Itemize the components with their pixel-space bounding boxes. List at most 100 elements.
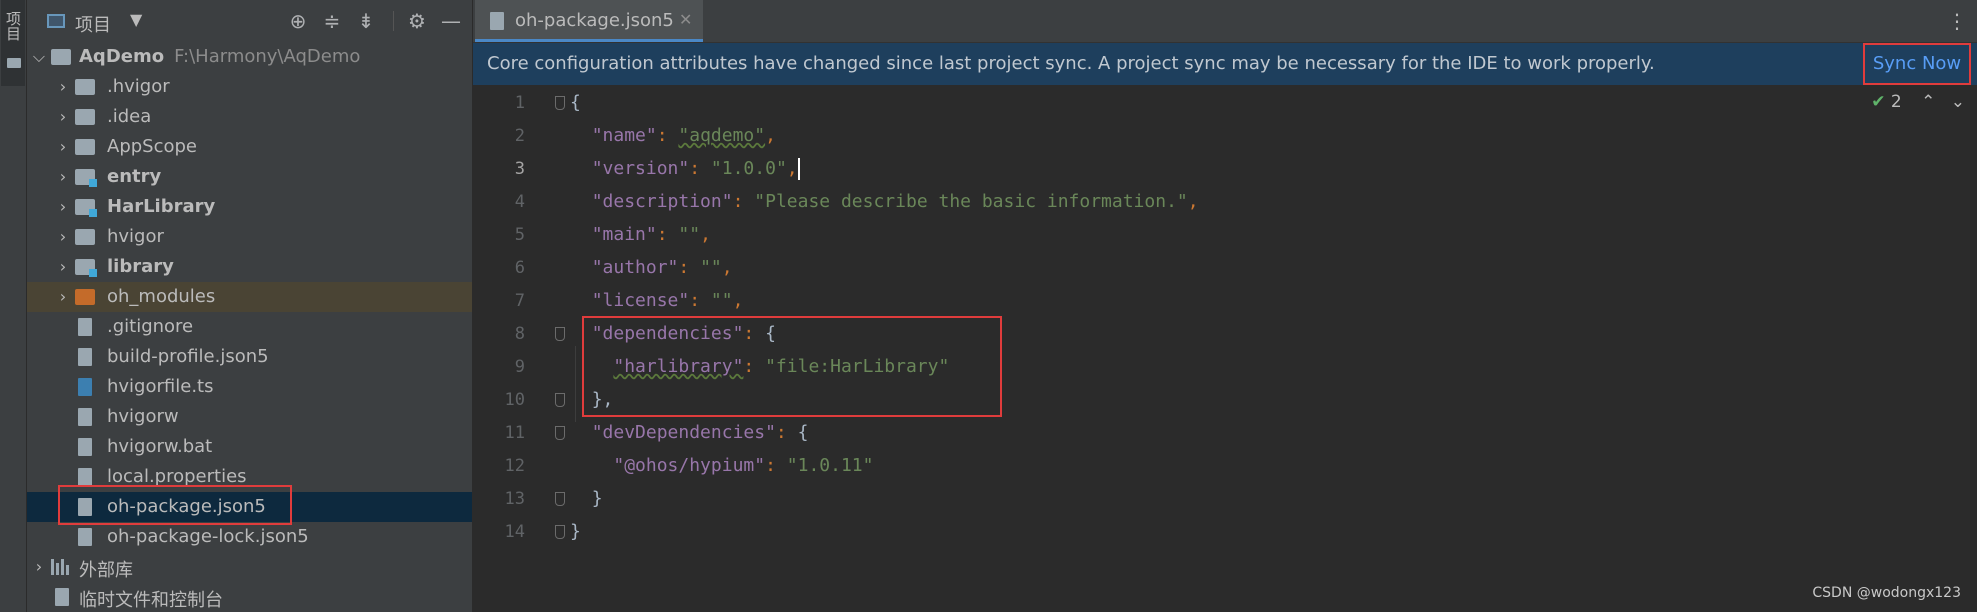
previous-highlight-icon[interactable]: ⌃ [1921, 92, 1935, 112]
json-string: "" [700, 257, 722, 278]
chevron-right-icon[interactable]: › [56, 257, 70, 277]
chevron-right-icon[interactable]: › [56, 287, 70, 307]
chevron-right-icon[interactable]: › [56, 167, 70, 187]
annotation-box-file [58, 485, 292, 525]
fold-marker-icon[interactable] [555, 393, 565, 407]
sync-now-link[interactable]: Sync Now [1863, 43, 1971, 85]
tree-item-idea[interactable]: › .idea [27, 102, 472, 132]
tree-item-oh-modules[interactable]: › oh_modules [27, 282, 472, 312]
locate-file-icon[interactable]: ⊕ [285, 8, 311, 34]
line-number: 12 [504, 456, 525, 476]
chevron-right-icon[interactable]: › [56, 77, 70, 97]
tree-item-gitignore[interactable]: .gitignore [27, 312, 472, 342]
folder-icon [75, 139, 95, 155]
json-string: "" [678, 224, 701, 245]
tree-item-hvigorw-bat[interactable]: hvigorw.bat [27, 432, 472, 462]
file-icon [78, 318, 92, 336]
tree-item-label: local.properties [107, 466, 247, 487]
tree-item-label: library [107, 256, 174, 277]
chevron-right-icon[interactable]: › [56, 107, 70, 127]
project-name: AqDemo [79, 46, 165, 67]
tree-item-label: AppScope [107, 136, 197, 157]
more-vertical-icon[interactable]: ⋮ [1947, 9, 1967, 33]
chevron-down-icon[interactable]: ▼ [130, 10, 142, 29]
collapse-all-icon[interactable]: ⇟ [353, 8, 379, 34]
tree-item-harlibrary[interactable]: › HarLibrary [27, 192, 472, 222]
tree-item-library[interactable]: › library [27, 252, 472, 282]
json-file-icon [490, 12, 504, 30]
properties-file-icon [78, 468, 92, 486]
folder-icon [75, 79, 95, 95]
chevron-right-icon[interactable]: › [56, 137, 70, 157]
line-number: 13 [504, 489, 525, 509]
library-icon [51, 559, 71, 575]
project-path: F:\Harmony\AqDemo [174, 46, 361, 67]
hide-panel-icon[interactable]: — [438, 8, 464, 34]
tree-item-label: hvigorw [107, 406, 179, 427]
tree-item-label: build-profile.json5 [107, 346, 269, 367]
tree-item-label: hvigorfile.ts [107, 376, 214, 397]
chevron-right-icon[interactable]: › [56, 197, 70, 217]
scratch-file-icon [55, 588, 69, 606]
line-number: 5 [514, 225, 525, 245]
tab-oh-package-json5[interactable]: oh-package.json5 ✕ [475, 0, 703, 42]
editor-tab-bar: oh-package.json5 ✕ ⋮ [473, 0, 1977, 43]
tree-item-build-profile[interactable]: build-profile.json5 [27, 342, 472, 372]
project-panel-title[interactable]: 项目 [75, 11, 111, 37]
tree-item-hvigorw[interactable]: hvigorw [27, 402, 472, 432]
module-folder-icon [75, 259, 97, 277]
tree-item-label: oh-package-lock.json5 [107, 526, 309, 547]
tree-item-external-libraries[interactable]: › 外部库 [27, 552, 472, 582]
fold-marker-icon[interactable] [555, 525, 565, 539]
close-icon[interactable]: ✕ [679, 10, 692, 29]
excluded-folder-icon [75, 289, 95, 305]
tree-item-label: hvigorw.bat [107, 436, 213, 457]
tree-item-oh-package-lock[interactable]: oh-package-lock.json5 [27, 522, 472, 552]
module-folder-icon [51, 49, 71, 65]
line-number: 1 [514, 93, 525, 113]
line-number: 4 [514, 192, 525, 212]
json-file-icon [78, 528, 92, 546]
tool-window-stripe: 项目 [0, 0, 27, 612]
tree-item-label: entry [107, 166, 162, 187]
tree-item-label: 外部库 [79, 560, 133, 581]
tree-item-hvigorfile-ts[interactable]: hvigorfile.ts [27, 372, 472, 402]
module-folder-icon [75, 169, 97, 187]
tree-item-scratches[interactable]: 临时文件和控制台 [27, 582, 472, 612]
line-number: 6 [514, 258, 525, 278]
project-panel: 项目 ▼ ⊕ ≑ ⇟ ⚙ — ⌵ AqDemo F:\Harmony\AqDemo… [27, 0, 472, 612]
watermark: CSDN @wodongx123 [1812, 585, 1961, 601]
fold-marker-icon[interactable] [555, 327, 565, 341]
json-key: "@ohos/hypium" [613, 455, 766, 476]
expand-all-icon[interactable]: ≑ [319, 8, 345, 34]
code-line-13: } [570, 482, 603, 515]
fold-marker-icon[interactable] [555, 96, 565, 110]
tree-item-entry[interactable]: › entry [27, 162, 472, 192]
chevron-right-icon[interactable]: › [32, 557, 46, 577]
code-line-5: "main": "", [591, 224, 711, 245]
fold-marker-icon[interactable] [555, 492, 565, 506]
json-key: "devDependencies" [591, 422, 776, 443]
sync-notification-banner: Core configuration attributes have chang… [473, 43, 1977, 85]
banner-message: Core configuration attributes have chang… [487, 53, 1655, 74]
tree-item-aqdemo[interactable]: ⌵ AqDemo F:\Harmony\AqDemo [27, 42, 472, 72]
inspection-widget[interactable]: ✔ 2 ⌃ ⌄ [1871, 92, 1965, 112]
text-caret [797, 158, 800, 180]
code-line-2: "name": "aqdemo", [591, 125, 776, 146]
typescript-file-icon [78, 378, 92, 396]
chevron-down-icon[interactable]: ⌵ [32, 47, 46, 67]
json-key: "name" [591, 125, 657, 146]
json-key: "main" [591, 224, 657, 245]
tree-item-label: .idea [107, 106, 152, 127]
next-highlight-icon[interactable]: ⌄ [1951, 92, 1965, 112]
chevron-right-icon[interactable]: › [56, 227, 70, 247]
line-number: 7 [514, 291, 525, 311]
fold-marker-icon[interactable] [555, 426, 565, 440]
gear-icon[interactable]: ⚙ [404, 8, 430, 34]
json-string: "1.0.0" [710, 158, 787, 179]
code-line-3: "version": "1.0.0", [591, 158, 800, 180]
tree-item-hvigor[interactable]: › hvigor [27, 222, 472, 252]
tree-item-hvigor-dir[interactable]: › .hvigor [27, 72, 472, 102]
tree-item-appscope[interactable]: › AppScope [27, 132, 472, 162]
project-tool-button[interactable]: 项目 [1, 0, 25, 86]
